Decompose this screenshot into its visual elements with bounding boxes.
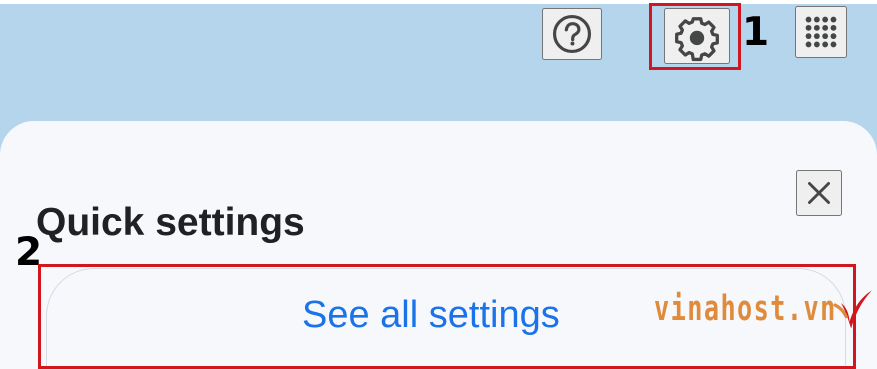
vinahost-logo-mark-icon	[833, 290, 872, 329]
step-1-label: 1	[742, 10, 770, 55]
gmail-quick-settings-screenshot: 1 Quick settings 2 See all settings vina…	[0, 0, 877, 369]
close-button[interactable]	[796, 170, 842, 216]
watermark-text: vinahost.vn	[654, 289, 837, 329]
help-button[interactable]	[542, 8, 602, 60]
see-all-settings-label[interactable]: See all settings	[302, 296, 560, 334]
apps-grid-icon	[805, 16, 837, 48]
help-circle-icon	[552, 14, 592, 54]
step-2-label: 2	[15, 230, 43, 275]
apps-button[interactable]	[795, 6, 847, 58]
settings-highlight-box	[649, 3, 741, 70]
watermark: vinahost.vn	[654, 289, 872, 352]
quick-settings-title: Quick settings	[36, 201, 305, 245]
close-icon	[808, 182, 830, 204]
